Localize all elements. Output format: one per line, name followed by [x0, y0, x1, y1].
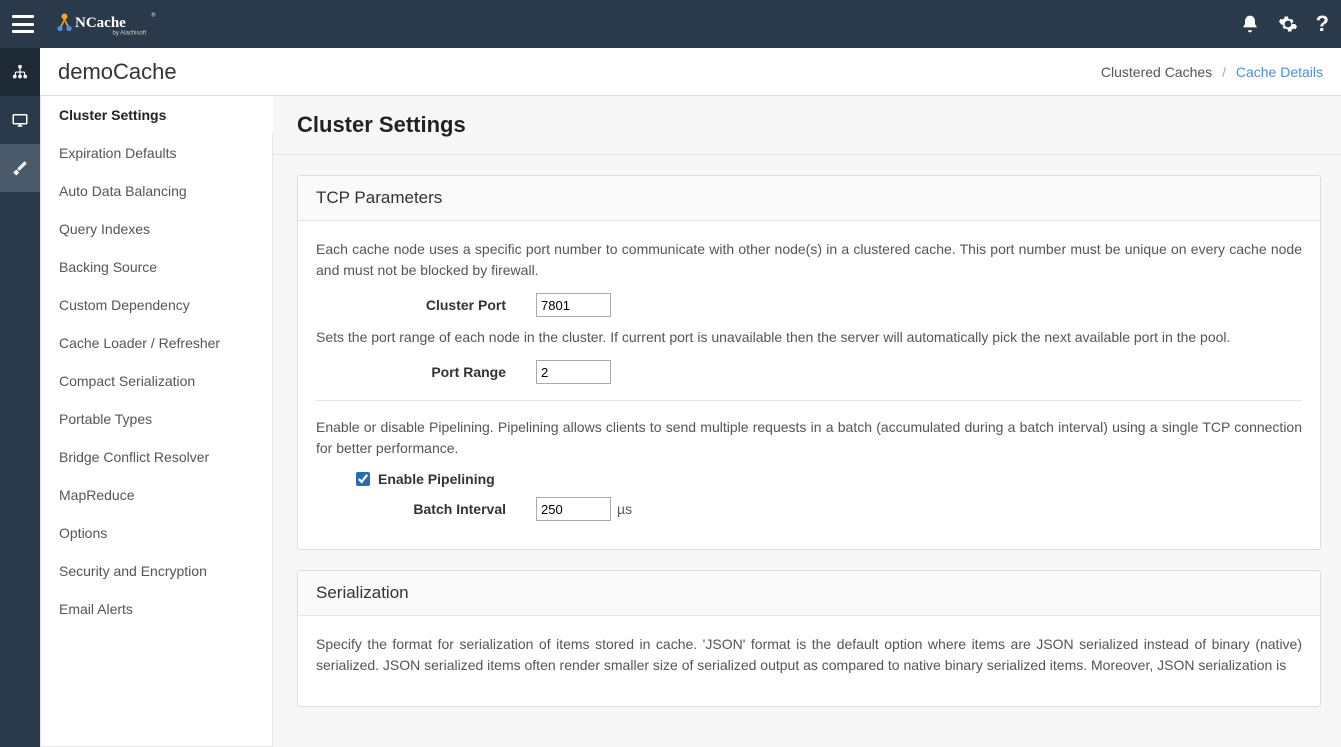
menu-toggle-icon[interactable]	[12, 15, 34, 33]
page-header: demoCache Clustered Caches / Cache Detai…	[40, 48, 1341, 96]
sidebar-item-backing-source[interactable]: Backing Source	[41, 248, 272, 286]
sidebar-item-cache-loader-refresher[interactable]: Cache Loader / Refresher	[41, 324, 272, 362]
serialization-card: Serialization Specify the format for ser…	[297, 570, 1321, 707]
svg-text:by Alachisoft: by Alachisoft	[113, 31, 147, 37]
sidebar-item-auto-data-balancing[interactable]: Auto Data Balancing	[41, 172, 272, 210]
sidebar-item-custom-dependency[interactable]: Custom Dependency	[41, 286, 272, 324]
batch-interval-unit: µs	[617, 501, 632, 517]
breadcrumb-current: Cache Details	[1236, 64, 1323, 80]
tcp-desc-1: Each cache node uses a specific port num…	[316, 239, 1302, 281]
breadcrumb-root[interactable]: Clustered Caches	[1101, 64, 1212, 80]
cluster-port-input[interactable]	[536, 293, 611, 317]
tcp-parameters-card: TCP Parameters Each cache node uses a sp…	[297, 175, 1321, 550]
bell-icon[interactable]	[1240, 14, 1260, 34]
sidebar-item-email-alerts[interactable]: Email Alerts	[41, 590, 272, 628]
sidebar-item-options[interactable]: Options	[41, 514, 272, 552]
rail-item-tools[interactable]	[0, 144, 40, 192]
enable-pipelining-label[interactable]: Enable Pipelining	[378, 471, 495, 487]
divider	[316, 400, 1302, 401]
page-title: demoCache	[58, 59, 177, 85]
breadcrumb-separator: /	[1222, 64, 1226, 80]
breadcrumb: Clustered Caches / Cache Details	[1101, 64, 1323, 80]
cluster-port-label: Cluster Port	[316, 297, 536, 313]
settings-sidebar: Cluster SettingsExpiration DefaultsAuto …	[40, 96, 273, 747]
settings-gear-icon[interactable]	[1278, 14, 1298, 34]
svg-text:®: ®	[152, 12, 156, 19]
sidebar-item-query-indexes[interactable]: Query Indexes	[41, 210, 272, 248]
batch-interval-label: Batch Interval	[316, 501, 536, 517]
sidebar-item-cluster-settings[interactable]: Cluster Settings	[41, 96, 272, 134]
tcp-desc-3: Enable or disable Pipelining. Pipelining…	[316, 417, 1302, 459]
tcp-card-heading: TCP Parameters	[298, 176, 1320, 221]
rail-item-cluster[interactable]	[0, 48, 40, 96]
tcp-desc-2: Sets the port range of each node in the …	[316, 327, 1302, 348]
batch-interval-input[interactable]	[536, 497, 611, 521]
svg-text:NCache: NCache	[75, 15, 126, 31]
sidebar-item-compact-serialization[interactable]: Compact Serialization	[41, 362, 272, 400]
serialization-desc: Specify the format for serialization of …	[316, 634, 1302, 676]
port-range-input[interactable]	[536, 360, 611, 384]
enable-pipelining-checkbox[interactable]	[356, 472, 370, 486]
serialization-heading: Serialization	[298, 571, 1320, 616]
help-icon[interactable]: ?	[1316, 11, 1329, 37]
sidebar-item-mapreduce[interactable]: MapReduce	[41, 476, 272, 514]
sidebar-item-security-and-encryption[interactable]: Security and Encryption	[41, 552, 272, 590]
left-rail	[0, 48, 40, 747]
sidebar-item-bridge-conflict-resolver[interactable]: Bridge Conflict Resolver	[41, 438, 272, 476]
main-title: Cluster Settings	[297, 112, 1317, 138]
port-range-label: Port Range	[316, 364, 536, 380]
product-logo[interactable]: NCache ® by Alachisoft	[54, 7, 174, 41]
rail-item-monitor[interactable]	[0, 96, 40, 144]
sidebar-item-portable-types[interactable]: Portable Types	[41, 400, 272, 438]
sidebar-item-expiration-defaults[interactable]: Expiration Defaults	[41, 134, 272, 172]
main-panel: Cluster Settings TCP Parameters Each cac…	[273, 96, 1341, 747]
top-bar: NCache ® by Alachisoft ?	[0, 0, 1341, 48]
